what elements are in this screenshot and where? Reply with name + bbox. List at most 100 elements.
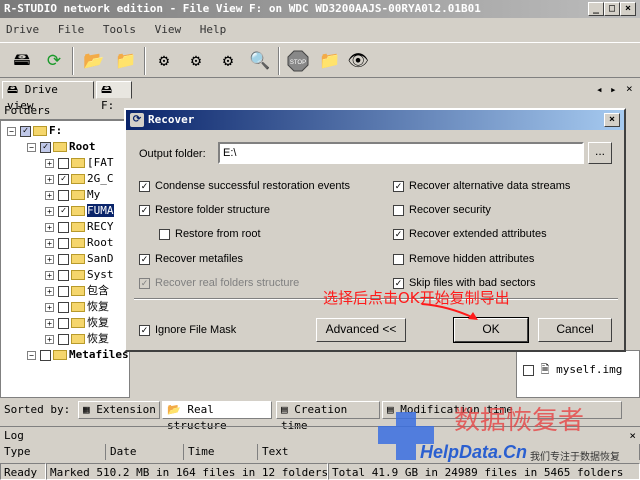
option-checkbox[interactable]: ✓: [139, 204, 150, 216]
expand-toggle-icon[interactable]: +: [45, 254, 54, 264]
tree-node-subfolder[interactable]: + Root: [45, 235, 114, 251]
tree-node-subfolder[interactable]: + 恢复: [45, 299, 109, 315]
expand-toggle-icon[interactable]: +: [45, 286, 54, 296]
tree-node-checkbox[interactable]: [58, 269, 69, 281]
tree-node-folder[interactable]: − Metafiles: [27, 347, 129, 363]
menu-drive[interactable]: Drive: [6, 23, 39, 36]
log-col-text[interactable]: Text: [258, 444, 640, 460]
tree-node-folder[interactable]: − ✓ Root: [27, 139, 96, 155]
tree-node-checkbox[interactable]: [58, 285, 69, 297]
tree-node-subfolder[interactable]: + ✓ 2G_C: [45, 171, 114, 187]
file-checkbox[interactable]: [523, 364, 534, 376]
recover-option-right-0[interactable]: ✓ Recover alternative data streams: [393, 178, 570, 194]
expand-toggle-icon[interactable]: +: [45, 174, 54, 184]
sort-real-structure-button[interactable]: 📂 Real structure: [162, 401, 272, 432]
tree-node-checkbox[interactable]: ✓: [58, 173, 69, 185]
file-list-pane[interactable]: 🗎 myself.img: [516, 350, 640, 398]
tree-node-checkbox[interactable]: [58, 157, 69, 169]
cancel-button[interactable]: Cancel: [538, 318, 612, 342]
option-checkbox[interactable]: [393, 253, 404, 265]
recover-option-right-2[interactable]: ✓ Recover extended attributes: [393, 226, 547, 242]
recover-option-right-3[interactable]: Remove hidden attributes: [393, 251, 534, 267]
tree-node-subfolder[interactable]: + ✓ FUMA: [45, 203, 114, 219]
tree-node-checkbox[interactable]: [58, 221, 69, 233]
expand-toggle-icon[interactable]: −: [7, 126, 16, 136]
file-item[interactable]: 🗎 myself.img: [523, 361, 622, 380]
recover-marked-icon[interactable]: ⚙: [214, 47, 242, 75]
expand-toggle-icon[interactable]: +: [45, 302, 54, 312]
tree-node-checkbox[interactable]: ✓: [58, 205, 69, 217]
dialog-close-button[interactable]: ×: [604, 113, 620, 127]
recover-option-left-1[interactable]: ✓ Restore folder structure: [139, 202, 270, 218]
expand-toggle-icon[interactable]: +: [45, 238, 54, 248]
sort-extension-button[interactable]: ▦ Extension: [78, 401, 160, 419]
tree-node-checkbox[interactable]: [58, 253, 69, 265]
expand-toggle-icon[interactable]: +: [45, 222, 54, 232]
tree-node-checkbox[interactable]: [58, 237, 69, 249]
mask-icon[interactable]: 🔍: [246, 47, 274, 75]
output-folder-input[interactable]: E:\: [218, 142, 584, 164]
advanced-button[interactable]: Advanced <<: [316, 318, 406, 342]
up-folder-icon[interactable]: 📁: [316, 47, 344, 75]
open-drive-icon[interactable]: 📂: [80, 47, 108, 75]
tree-node-subfolder[interactable]: + SanD: [45, 251, 114, 267]
expand-toggle-icon[interactable]: +: [45, 270, 54, 280]
expand-toggle-icon[interactable]: +: [45, 318, 54, 328]
menu-file[interactable]: File: [58, 23, 85, 36]
browse-button[interactable]: ...: [588, 142, 612, 164]
expand-toggle-icon[interactable]: +: [45, 334, 54, 344]
tab-scroll-right-icon[interactable]: ▸: [610, 83, 617, 96]
tree-root-drive[interactable]: − ✓ F:: [7, 123, 62, 139]
scan-icon[interactable]: ⚙: [150, 47, 178, 75]
tree-node-subfolder[interactable]: + 包含: [45, 283, 109, 299]
option-checkbox[interactable]: ✓: [393, 180, 404, 192]
expand-toggle-icon[interactable]: +: [45, 206, 54, 216]
option-checkbox[interactable]: [159, 228, 170, 240]
tree-node-checkbox[interactable]: ✓: [20, 125, 31, 137]
menu-help[interactable]: Help: [200, 23, 227, 36]
sort-creation-time-button[interactable]: ▤ Creation time: [276, 401, 380, 432]
minimize-button[interactable]: _: [588, 2, 604, 16]
recover-option-left-0[interactable]: ✓ Condense successful restoration events: [139, 178, 350, 194]
ignore-file-mask-checkbox[interactable]: ✓: [139, 324, 150, 336]
tree-node-subfolder[interactable]: + Syst: [45, 267, 114, 283]
tree-node-subfolder[interactable]: + 恢复: [45, 331, 109, 347]
maximize-button[interactable]: □: [604, 2, 620, 16]
recover-option-left-3[interactable]: ✓ Recover metafiles: [139, 251, 243, 267]
tab-scroll-left-icon[interactable]: ◂: [596, 83, 603, 96]
expand-toggle-icon[interactable]: −: [27, 350, 36, 360]
log-col-time[interactable]: Time: [184, 444, 258, 460]
tree-node-checkbox[interactable]: [58, 189, 69, 201]
recover-icon[interactable]: ⚙: [182, 47, 210, 75]
ignore-file-mask-option[interactable]: ✓ Ignore File Mask: [139, 322, 236, 338]
tree-node-subfolder[interactable]: + RECY: [45, 219, 114, 235]
log-close-icon[interactable]: ×: [629, 427, 636, 445]
tree-node-checkbox[interactable]: ✓: [40, 141, 51, 153]
tree-node-checkbox[interactable]: [58, 317, 69, 329]
recover-option-left-2[interactable]: Restore from root: [159, 226, 261, 242]
expand-toggle-icon[interactable]: +: [45, 190, 54, 200]
folder-tree[interactable]: − ✓ F: − ✓ Root + [FAT + ✓ 2G_C + My + ✓ FUMA + RECY + Root…: [0, 120, 130, 398]
tree-node-checkbox[interactable]: [58, 333, 69, 345]
menu-view[interactable]: View: [155, 23, 182, 36]
expand-toggle-icon[interactable]: +: [45, 158, 54, 168]
tab-f[interactable]: 🖴 F:: [96, 81, 132, 112]
close-button[interactable]: ×: [620, 2, 636, 16]
option-checkbox[interactable]: ✓: [139, 180, 150, 192]
tab-drive-view[interactable]: 🖴 Drive view: [2, 81, 94, 112]
recover-option-right-1[interactable]: Recover security: [393, 202, 491, 218]
option-checkbox[interactable]: ✓: [139, 253, 150, 265]
refresh-icon[interactable]: ⟳: [40, 47, 68, 75]
tree-node-subfolder[interactable]: + [FAT: [45, 155, 114, 171]
tree-node-checkbox[interactable]: [40, 349, 51, 361]
option-checkbox[interactable]: ✓: [393, 228, 404, 240]
log-col-type[interactable]: Type: [0, 444, 106, 460]
expand-toggle-icon[interactable]: −: [27, 142, 36, 152]
tree-node-checkbox[interactable]: [58, 301, 69, 313]
tree-node-subfolder[interactable]: + My: [45, 187, 100, 203]
tree-node-subfolder[interactable]: + 恢复: [45, 315, 109, 331]
open-file-icon[interactable]: 📁: [112, 47, 140, 75]
tab-close-icon[interactable]: ×: [626, 82, 633, 95]
log-col-date[interactable]: Date: [106, 444, 184, 460]
stop-icon[interactable]: STOP: [284, 47, 312, 75]
